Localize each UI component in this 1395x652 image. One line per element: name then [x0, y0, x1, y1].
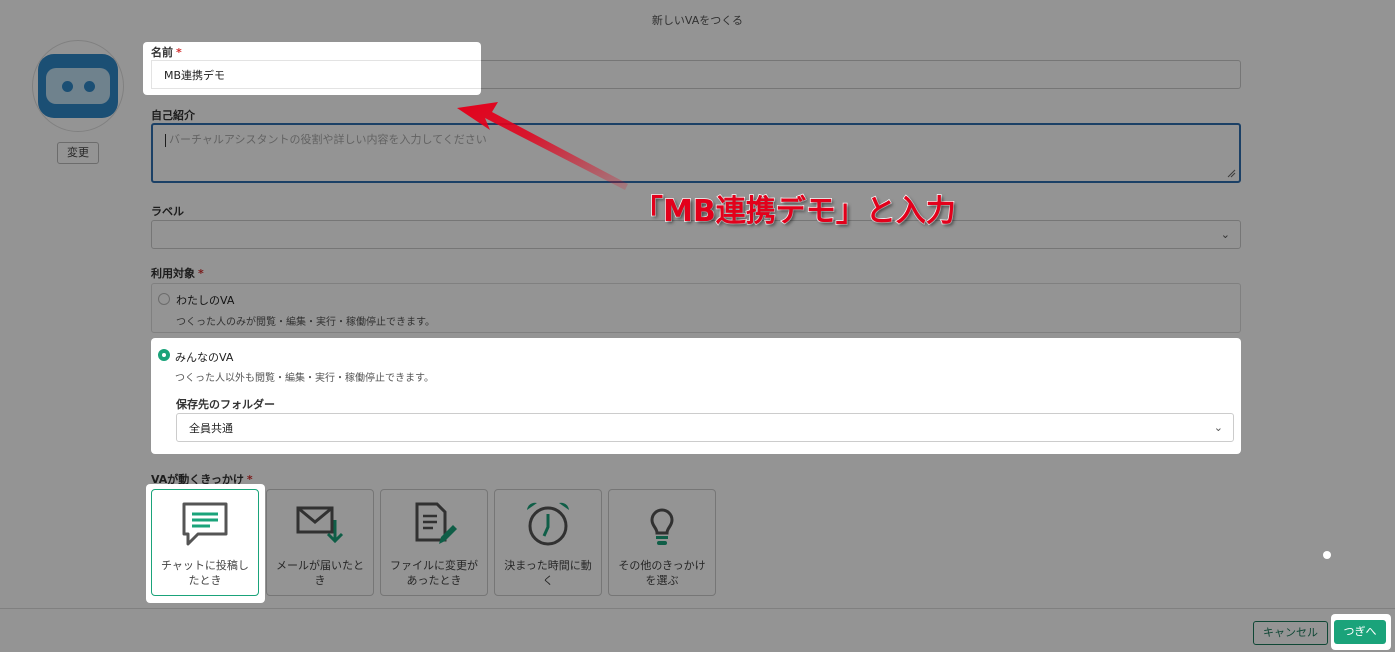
trigger-label: チャットに投稿したとき [161, 559, 249, 587]
option-title: みんなのVA [175, 351, 234, 364]
folder-label: 保存先のフォルダー [176, 398, 275, 411]
name-input[interactable]: MB連携デモ [151, 60, 481, 89]
chevron-down-icon: ⌄ [1213, 421, 1223, 434]
option-description: つくった人以外も閲覧・編集・実行・稼働停止できます。 [175, 373, 434, 384]
next-button-highlight: つぎへ [1331, 614, 1391, 650]
chat-icon [182, 502, 228, 546]
name-field-highlight: 名前 * MB連携デモ [143, 42, 481, 95]
next-button[interactable]: つぎへ [1334, 620, 1386, 644]
folder-select[interactable]: 全員共通 ⌄ [176, 413, 1234, 442]
audience-option-shared[interactable]: みんなのVA つくった人以外も閲覧・編集・実行・稼働停止できます。 保存先のフォ… [151, 338, 1241, 454]
annotation-arrow-icon [457, 102, 628, 190]
trigger-chat-highlight: チャットに投稿したとき [146, 484, 265, 603]
annotation-text: 「MB連携デモ」と入力 [632, 193, 956, 230]
radio-button-selected[interactable] [158, 349, 170, 361]
trigger-chat[interactable]: チャットに投稿したとき [151, 489, 259, 596]
name-label: 名前 * [151, 46, 182, 59]
indicator-dot [1323, 551, 1331, 559]
